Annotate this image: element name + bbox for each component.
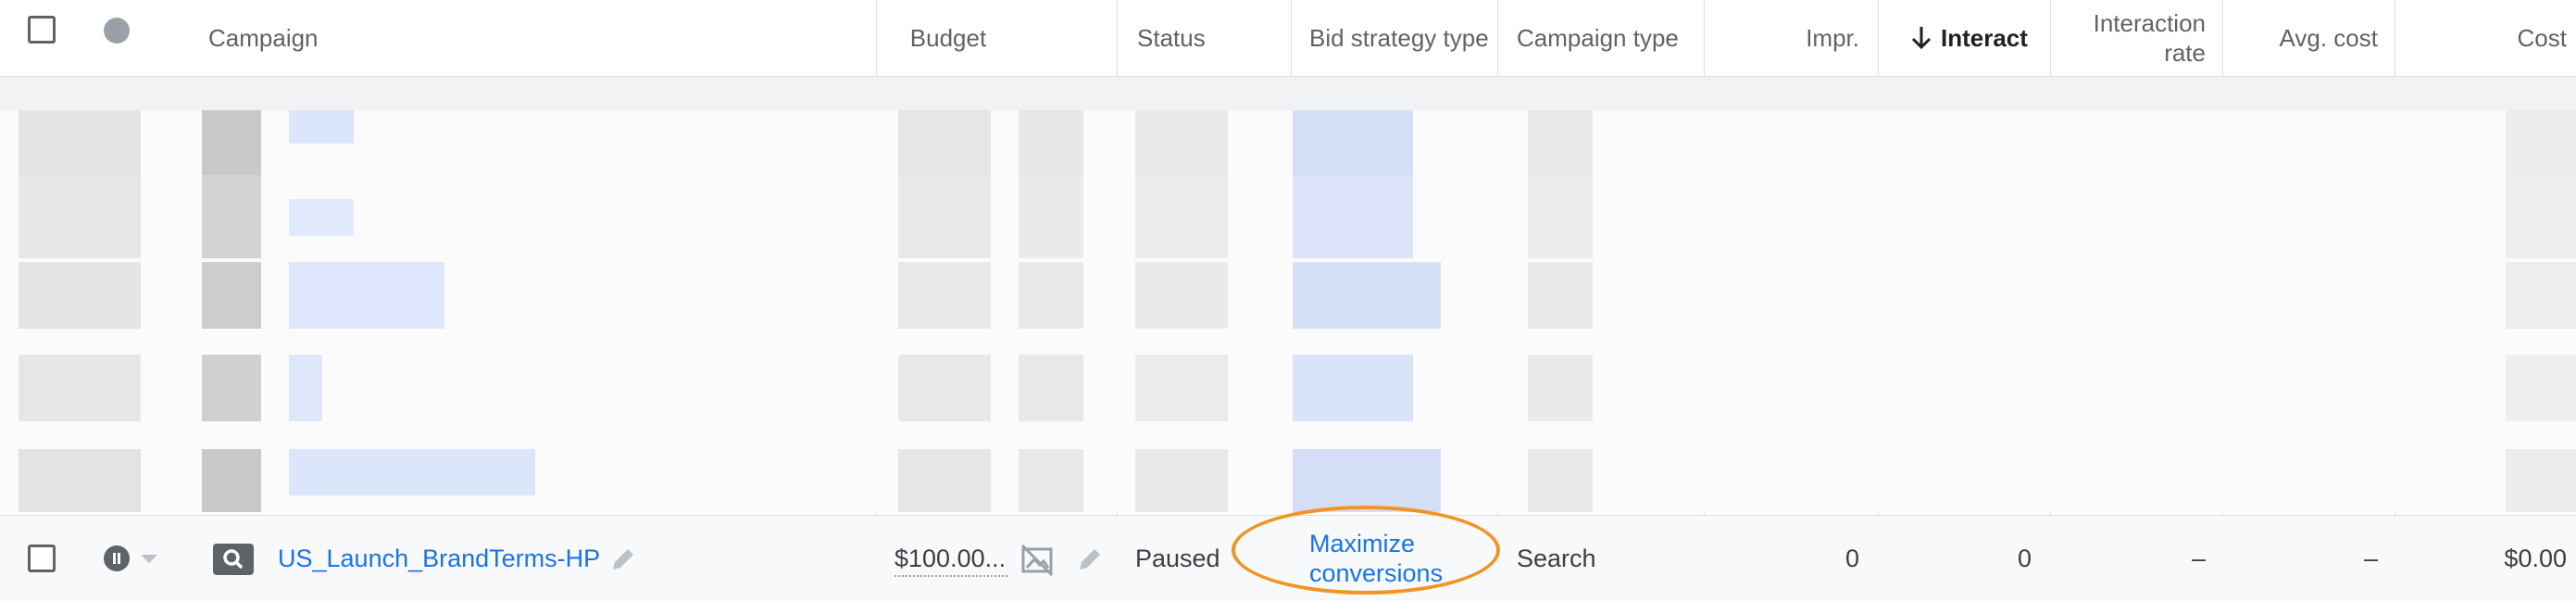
impr-value: 0 xyxy=(1844,544,1859,572)
image-off-icon[interactable] xyxy=(1019,542,1056,579)
pixel-block xyxy=(1019,449,1083,512)
pixel-block xyxy=(1135,262,1228,329)
pencil-icon[interactable] xyxy=(1074,544,1106,575)
pixelated-rows xyxy=(0,77,2576,512)
pixel-block xyxy=(202,449,261,512)
pixel-block xyxy=(1293,175,1413,258)
header-bid-strategy-type[interactable]: Bid strategy type xyxy=(1309,0,1494,76)
interaction-rate-value: – xyxy=(2191,544,2206,572)
header-status[interactable]: Status xyxy=(1137,0,1285,76)
header-interactions[interactable]: Interact xyxy=(1909,0,2032,76)
campaigns-table: Campaign Budget Status Bid strategy type… xyxy=(0,0,2576,601)
table-header: Campaign Budget Status Bid strategy type… xyxy=(0,0,2576,77)
pixel-block xyxy=(1293,355,1413,421)
pause-circle-icon[interactable] xyxy=(104,545,130,571)
pixel-block xyxy=(19,262,141,329)
pencil-icon[interactable] xyxy=(607,544,639,575)
pixel-block xyxy=(289,355,322,421)
pixel-block xyxy=(19,175,141,258)
pixel-block xyxy=(19,449,141,512)
pixel-block xyxy=(898,355,991,421)
pixel-block xyxy=(289,449,535,495)
pixel-block xyxy=(202,355,261,421)
pixel-block xyxy=(1528,449,1593,512)
chevron-down-icon[interactable] xyxy=(141,555,157,563)
row-checkbox[interactable] xyxy=(28,545,56,572)
pixel-block xyxy=(1528,355,1593,421)
pixel-block xyxy=(1293,449,1441,512)
pixel-block xyxy=(2506,110,2576,175)
interactions-value: 0 xyxy=(2017,544,2032,572)
campaign-name-link[interactable]: US_Launch_BrandTerms-HP xyxy=(278,516,611,601)
pixel-block xyxy=(1135,110,1228,175)
header-impr[interactable]: Impr. xyxy=(1706,0,1859,76)
pixel-block xyxy=(2506,262,2576,329)
pixel-block xyxy=(898,262,991,329)
pixel-block xyxy=(898,449,991,512)
pixel-block xyxy=(898,175,991,258)
header-campaign-type[interactable]: Campaign type xyxy=(1517,0,1702,76)
cost-value: $0.00 xyxy=(2504,544,2567,572)
header-campaign[interactable]: Campaign xyxy=(208,0,857,76)
pixel-block xyxy=(1528,175,1593,258)
campaign-type-value: Search xyxy=(1517,544,1596,572)
header-avg-cost[interactable]: Avg. cost xyxy=(2222,0,2378,76)
pixel-block xyxy=(1135,175,1228,258)
pixel-block xyxy=(19,355,141,421)
pixel-block xyxy=(2506,355,2576,421)
pixel-block xyxy=(202,175,261,258)
pixel-block xyxy=(1019,262,1083,329)
header-interactions-label: Interact xyxy=(1941,24,2028,52)
status-dot-icon[interactable] xyxy=(104,18,130,44)
select-all-checkbox[interactable] xyxy=(28,16,56,44)
header-interaction-rate[interactable]: Interaction rate xyxy=(2054,0,2206,76)
pixel-block xyxy=(1293,262,1441,329)
search-icon xyxy=(213,544,254,575)
pixel-block xyxy=(1135,355,1228,421)
pixel-block xyxy=(289,110,354,144)
pixel-block xyxy=(2506,175,2576,258)
pixel-block xyxy=(202,110,261,175)
pixel-block xyxy=(898,110,991,175)
pixel-block xyxy=(1528,262,1593,329)
pixel-block xyxy=(1019,355,1083,421)
budget-underline xyxy=(894,575,1007,577)
pixel-block xyxy=(2506,449,2576,512)
pixel-block xyxy=(1293,110,1413,175)
pixel-block xyxy=(1135,449,1228,512)
pixel-block xyxy=(1019,110,1083,175)
pixel-block xyxy=(1019,175,1083,258)
budget-value[interactable]: $100.00... xyxy=(894,516,1009,601)
pixel-block xyxy=(1528,110,1593,175)
avg-cost-value: – xyxy=(2363,544,2378,572)
header-budget[interactable]: Budget xyxy=(878,0,1019,76)
pixelated-band xyxy=(0,77,2576,110)
arrow-down-icon xyxy=(1911,27,1932,50)
pixel-block xyxy=(202,262,261,329)
highlight-oval xyxy=(1232,506,1500,595)
pixel-block xyxy=(19,110,141,175)
pixel-block xyxy=(289,262,444,329)
pixel-block xyxy=(289,199,354,236)
header-cost[interactable]: Cost xyxy=(2426,0,2567,76)
